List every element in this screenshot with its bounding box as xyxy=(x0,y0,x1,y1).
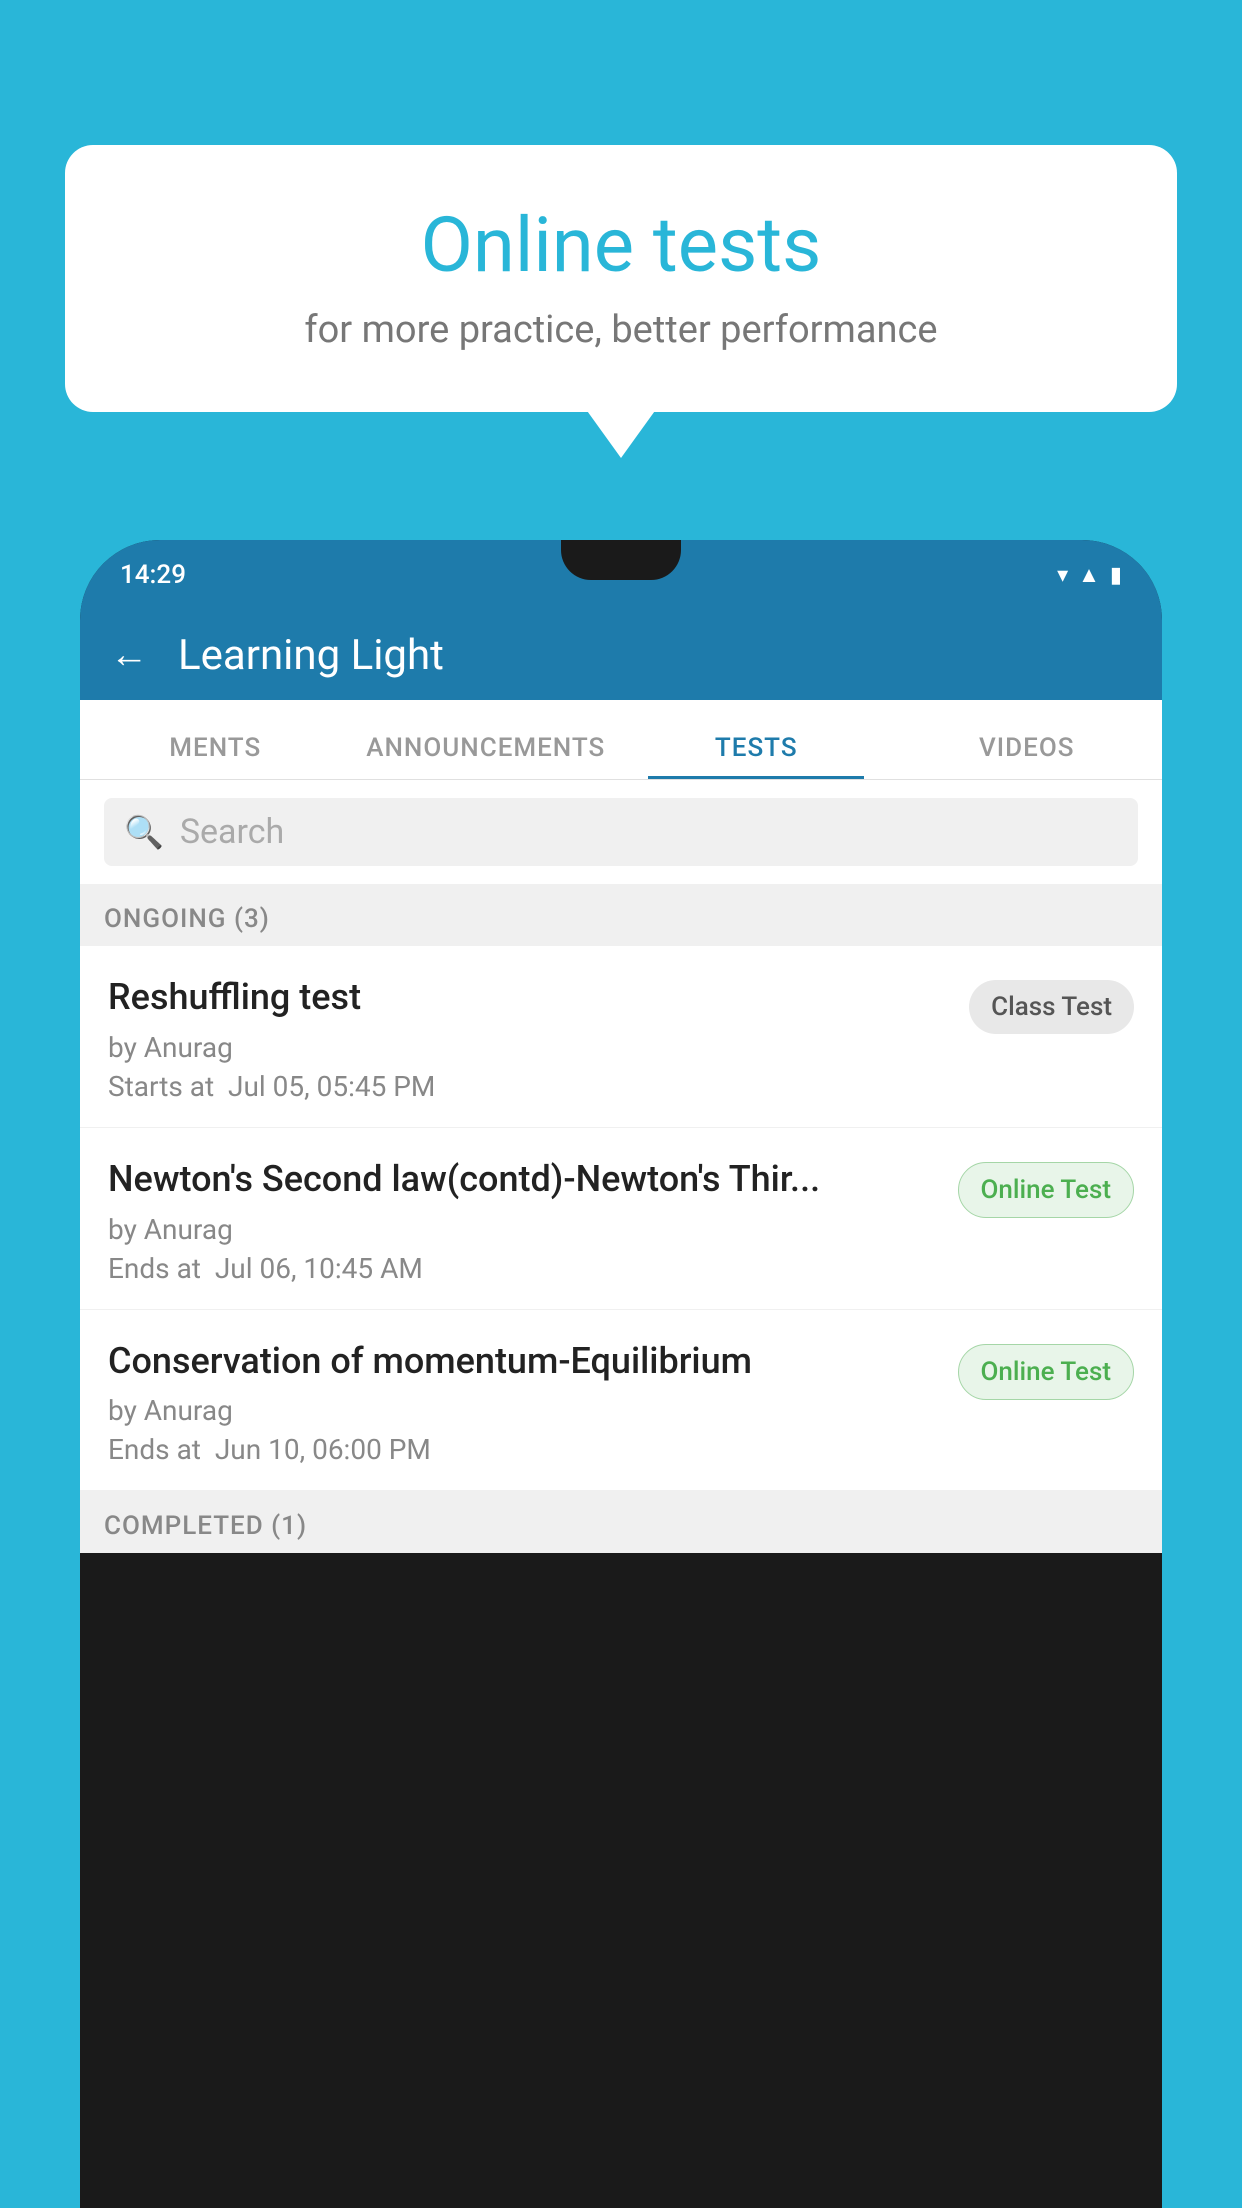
test-name-1: Reshuffling test xyxy=(108,974,953,1021)
app-title: Learning Light xyxy=(178,631,444,680)
test-author-3: by Anurag xyxy=(108,1394,942,1427)
tab-ments[interactable]: MENTS xyxy=(80,733,351,779)
app-bar: ← Learning Light xyxy=(80,610,1162,700)
section-completed-header: COMPLETED (1) xyxy=(80,1491,1162,1553)
bubble-title: Online tests xyxy=(125,200,1117,290)
test-badge-3: Online Test xyxy=(958,1344,1135,1400)
tab-tests[interactable]: TESTS xyxy=(621,733,892,779)
test-badge-2: Online Test xyxy=(958,1162,1135,1218)
test-author-2: by Anurag xyxy=(108,1213,942,1246)
status-time: 14:29 xyxy=(120,560,186,590)
test-info-3: Conservation of momentum-Equilibrium by … xyxy=(108,1338,958,1467)
test-info-2: Newton's Second law(contd)-Newton's Thir… xyxy=(108,1156,958,1285)
test-name-2: Newton's Second law(contd)-Newton's Thir… xyxy=(108,1156,942,1203)
app-content: 🔍 Search ONGOING (3) Reshuffling test by… xyxy=(80,780,1162,1553)
test-badge-1: Class Test xyxy=(969,980,1134,1034)
bubble-subtitle: for more practice, better performance xyxy=(125,308,1117,352)
speech-bubble: Online tests for more practice, better p… xyxy=(65,145,1177,412)
wifi-icon: ▾ xyxy=(1057,563,1068,588)
tab-videos[interactable]: VIDEOS xyxy=(892,733,1163,779)
search-bar-container: 🔍 Search xyxy=(80,780,1162,884)
search-input-wrap[interactable]: 🔍 Search xyxy=(104,798,1138,866)
phone-notch xyxy=(561,540,681,580)
test-date-2: Ends at Jul 06, 10:45 AM xyxy=(108,1252,942,1285)
back-button[interactable]: ← xyxy=(110,633,148,677)
section-ongoing-header: ONGOING (3) xyxy=(80,884,1162,946)
search-placeholder: Search xyxy=(180,812,284,852)
tabs-bar: MENTS ANNOUNCEMENTS TESTS VIDEOS xyxy=(80,700,1162,780)
battery-icon: ▮ xyxy=(1110,563,1122,588)
signal-icon: ▲ xyxy=(1078,562,1100,588)
test-info-1: Reshuffling test by Anurag Starts at Jul… xyxy=(108,974,969,1103)
test-date-1: Starts at Jul 05, 05:45 PM xyxy=(108,1070,953,1103)
test-item[interactable]: Conservation of momentum-Equilibrium by … xyxy=(80,1310,1162,1492)
status-icons: ▾ ▲ ▮ xyxy=(1057,562,1122,588)
search-icon: 🔍 xyxy=(124,813,164,851)
test-name-3: Conservation of momentum-Equilibrium xyxy=(108,1338,942,1385)
test-author-1: by Anurag xyxy=(108,1031,953,1064)
test-item[interactable]: Reshuffling test by Anurag Starts at Jul… xyxy=(80,946,1162,1128)
status-bar: 14:29 ▾ ▲ ▮ xyxy=(80,540,1162,610)
test-date-3: Ends at Jun 10, 06:00 PM xyxy=(108,1433,942,1466)
tab-announcements[interactable]: ANNOUNCEMENTS xyxy=(351,733,622,779)
test-item[interactable]: Newton's Second law(contd)-Newton's Thir… xyxy=(80,1128,1162,1310)
phone-frame: 14:29 ▾ ▲ ▮ ← Learning Light MENTS ANNOU… xyxy=(80,540,1162,2208)
